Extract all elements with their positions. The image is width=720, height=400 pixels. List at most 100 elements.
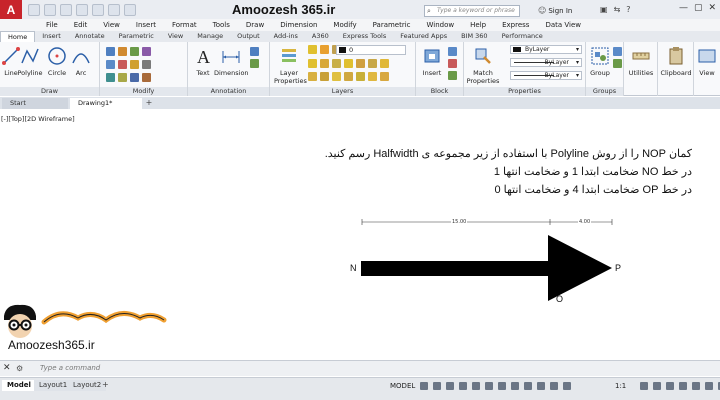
plot-icon[interactable] xyxy=(92,4,104,16)
layer-properties-button[interactable]: Layer Properties xyxy=(274,45,307,85)
object-snap-icon[interactable] xyxy=(498,382,506,390)
menu-help[interactable]: Help xyxy=(462,19,494,31)
annotation-panel-label[interactable]: Annotation xyxy=(188,87,269,96)
edit-block-icon[interactable] xyxy=(448,59,457,68)
utilities-button[interactable]: Utilities xyxy=(626,45,656,77)
menu-dimension[interactable]: Dimension xyxy=(272,19,325,31)
layer-walk-icon[interactable] xyxy=(356,59,365,68)
draw-panel-label[interactable]: Draw xyxy=(0,87,99,96)
layer-on-icon[interactable] xyxy=(308,45,317,54)
tab-manage[interactable]: Manage xyxy=(190,31,230,42)
offset-icon[interactable] xyxy=(142,73,151,82)
match-properties-button[interactable]: Match Properties xyxy=(466,45,500,85)
annotation-visibility-icon[interactable] xyxy=(550,382,558,390)
tab-featured-apps[interactable]: Featured Apps xyxy=(393,31,454,42)
close-button[interactable]: ✕ xyxy=(708,3,716,13)
new-icon[interactable] xyxy=(28,4,40,16)
tab-annotate[interactable]: Annotate xyxy=(68,31,112,42)
command-input[interactable]: Type a command xyxy=(36,364,536,374)
text-tool[interactable]: A Text xyxy=(192,45,214,77)
menu-tools[interactable]: Tools xyxy=(205,19,238,31)
save-icon[interactable] xyxy=(60,4,72,16)
grid-icon[interactable] xyxy=(420,382,428,390)
menu-express[interactable]: Express xyxy=(494,19,537,31)
sign-in-button[interactable]: ☺ Sign In xyxy=(538,6,572,15)
copy-icon[interactable] xyxy=(106,60,115,69)
layer-thaw-icon[interactable] xyxy=(320,72,329,81)
workspace-gear-icon[interactable] xyxy=(640,382,648,390)
search-input[interactable]: ⌕ Type a keyword or phrase xyxy=(424,5,520,17)
new-tab-button[interactable]: + xyxy=(144,98,154,108)
edit-attributes-icon[interactable] xyxy=(448,71,457,80)
layout-tab-layout1[interactable]: Layout1 xyxy=(34,380,73,391)
menu-file[interactable]: File xyxy=(38,19,66,31)
layer-vp-freeze-icon[interactable] xyxy=(380,72,389,81)
tab-bim-360[interactable]: BIM 360 xyxy=(454,31,494,42)
menu-data-view[interactable]: Data View xyxy=(537,19,589,31)
model-space-toggle[interactable]: MODEL xyxy=(390,382,415,390)
table-icon[interactable] xyxy=(250,59,259,68)
redo-icon[interactable] xyxy=(124,4,136,16)
scale-icon[interactable] xyxy=(118,73,127,82)
groups-panel-label[interactable]: Groups xyxy=(586,87,623,96)
polyline-tool[interactable]: Polyline xyxy=(17,45,43,77)
ungroup-icon[interactable] xyxy=(613,47,622,56)
ortho-icon[interactable] xyxy=(446,382,454,390)
menu-view[interactable]: View xyxy=(95,19,128,31)
arc-tool[interactable]: Arc xyxy=(70,45,92,77)
insert-block-button[interactable]: Insert xyxy=(420,45,444,77)
annotation-scale-value[interactable]: 1:1 xyxy=(615,382,626,390)
help-icon[interactable]: ? xyxy=(626,5,630,14)
save-as-icon[interactable] xyxy=(76,4,88,16)
transparency-icon[interactable] xyxy=(524,382,532,390)
hardware-acceleration-icon[interactable] xyxy=(705,382,713,390)
layer-off-icon[interactable] xyxy=(308,72,317,81)
tab-performance[interactable]: Performance xyxy=(495,31,550,42)
layer-change-icon[interactable] xyxy=(356,72,365,81)
tab-express-tools[interactable]: Express Tools xyxy=(336,31,393,42)
layer-isolate-icon[interactable] xyxy=(308,59,317,68)
view-button[interactable]: View xyxy=(695,45,719,77)
group-button[interactable]: Group xyxy=(588,45,612,77)
layout-tab-model[interactable]: Model xyxy=(2,380,36,391)
tab-add-ins[interactable]: Add-ins xyxy=(267,31,305,42)
command-settings-icon[interactable]: ⚙ xyxy=(16,364,23,373)
trim-icon[interactable] xyxy=(130,47,139,56)
layer-match-icon[interactable] xyxy=(320,59,329,68)
layer-dropdown[interactable]: 0 xyxy=(336,45,406,55)
menu-format[interactable]: Format xyxy=(164,19,205,31)
undo-icon[interactable] xyxy=(108,4,120,16)
layer-freeze-icon[interactable] xyxy=(320,45,329,54)
layer-copy-icon[interactable] xyxy=(344,72,353,81)
clipboard-button[interactable]: Clipboard xyxy=(659,45,693,77)
group-edit-icon[interactable] xyxy=(613,59,622,68)
circle-tool[interactable]: Circle xyxy=(46,45,68,77)
tab-output[interactable]: Output xyxy=(230,31,267,42)
snap-icon[interactable] xyxy=(433,382,441,390)
quick-properties-icon[interactable] xyxy=(679,382,687,390)
tab-view[interactable]: View xyxy=(161,31,190,42)
layout-tab-layout2[interactable]: Layout2 xyxy=(68,380,107,391)
add-layout-icon[interactable]: + xyxy=(102,380,109,389)
menu-insert[interactable]: Insert xyxy=(128,19,164,31)
lineweight-icon[interactable] xyxy=(511,382,519,390)
layer-delete-icon[interactable] xyxy=(380,59,389,68)
maximize-button[interactable]: ▢ xyxy=(694,3,703,13)
menu-window[interactable]: Window xyxy=(419,19,463,31)
minimize-button[interactable]: — xyxy=(679,3,688,13)
fillet-icon[interactable] xyxy=(130,60,139,69)
dimension-tool[interactable]: Dimension xyxy=(214,45,249,77)
polyline-segment-op[interactable] xyxy=(548,235,612,301)
color-dropdown[interactable]: ByLayer ▾ xyxy=(510,45,582,54)
layer-previous-icon[interactable] xyxy=(332,59,341,68)
polyline-segment-no[interactable] xyxy=(361,261,550,276)
units-icon[interactable] xyxy=(666,382,674,390)
move-icon[interactable] xyxy=(106,47,115,56)
modify-panel-label[interactable]: Modify xyxy=(100,87,187,96)
tab-home[interactable]: Home xyxy=(0,31,36,42)
array-icon[interactable] xyxy=(130,73,139,82)
block-panel-label[interactable]: Block xyxy=(416,87,463,96)
close-command-line-button[interactable]: ✕ xyxy=(3,363,11,373)
rotate-icon[interactable] xyxy=(118,47,127,56)
layers-panel-label[interactable]: Layers xyxy=(270,87,415,96)
